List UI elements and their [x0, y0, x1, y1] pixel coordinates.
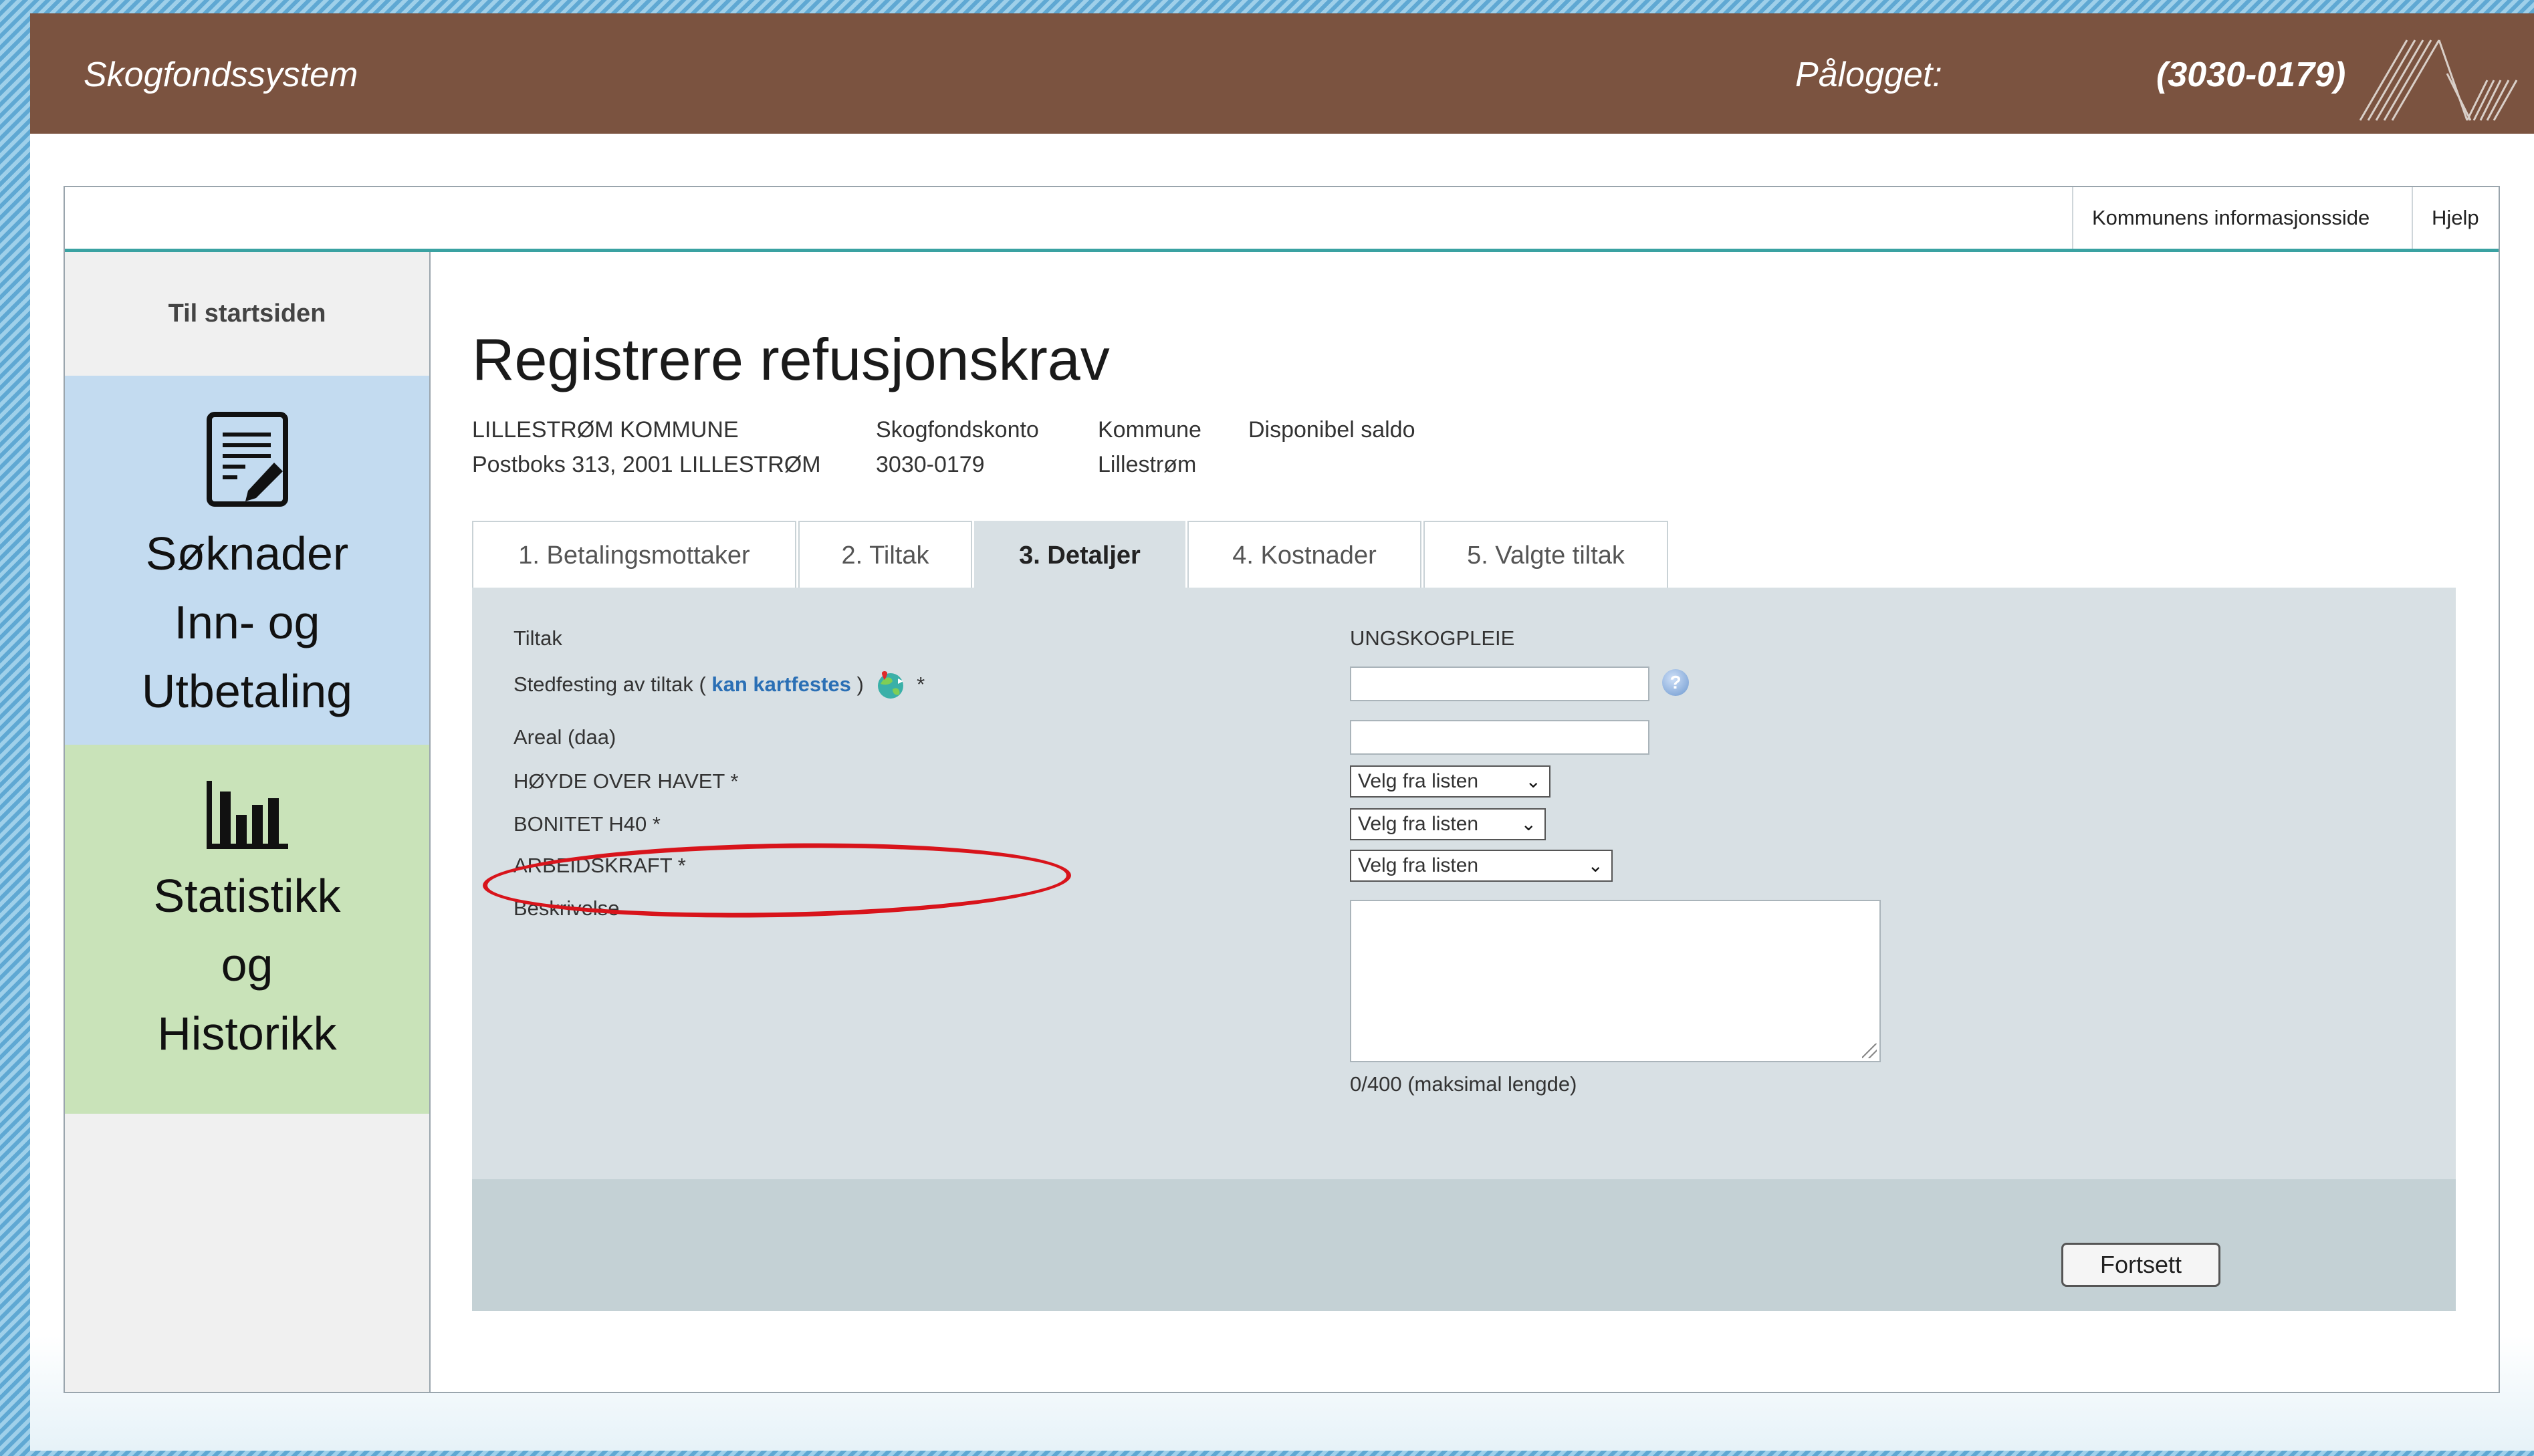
bonitet-label: BONITET H40 * [513, 812, 661, 836]
account-info: Skogfondskonto 3030-0179 [876, 412, 1039, 482]
continue-button[interactable]: Fortsett [2061, 1243, 2220, 1287]
landbruksdirektoratet-logo-icon [2359, 39, 2518, 121]
areal-input[interactable] [1350, 720, 1649, 755]
account-label: Skogfondskonto [876, 417, 1039, 443]
bonitet-selected-value: Velg fra listen [1358, 813, 1479, 835]
tile-label-line: Inn- og [174, 596, 320, 648]
content-frame: Kommunens informasjonsside Hjelp Til sta… [64, 186, 2500, 1393]
tile-label-line: Statistikk [153, 870, 341, 922]
arbeidskraft-selected-value: Velg fra listen [1358, 854, 1479, 876]
municipality-info-link[interactable]: Kommunens informasjonsside [2072, 187, 2412, 249]
tab-detaljer[interactable]: 3. Detaljer [974, 521, 1185, 588]
login-account: (3030-0179) [2156, 55, 2346, 94]
stedfesting-label-row: Stedfesting av tiltak ( kan kartfestes )… [513, 671, 925, 701]
tab-kostnader[interactable]: 4. Kostnader [1187, 521, 1421, 588]
sidebar: Til startsiden Søknader Inn- og Utbetali… [65, 252, 431, 1392]
balance-label: Disponibel saldo [1248, 417, 1415, 443]
payee-address: Postboks 313, 2001 LILLESTRØM [472, 452, 821, 477]
tile-label-line: Søknader [145, 527, 349, 580]
top-navigation: Kommunens informasjonsside Hjelp [65, 187, 2499, 252]
tile-label-line: Historikk [157, 1007, 337, 1060]
bar-chart-icon [206, 781, 288, 849]
tab-betalingsmottaker[interactable]: 1. Betalingsmottaker [472, 521, 796, 588]
municipality-info: Kommune Lillestrøm [1098, 412, 1201, 482]
municipality-value: Lillestrøm [1098, 452, 1197, 477]
app-window: Skogfondssystem Pålogget: (3030-0179) Ko… [30, 13, 2534, 1451]
tiltak-value: UNGSKOGPLEIE [1350, 626, 1515, 650]
arbeidskraft-select[interactable]: Velg fra listen ⌄ [1350, 850, 1613, 882]
sidebar-tile-applications[interactable]: Søknader Inn- og Utbetaling [65, 376, 429, 745]
sidebar-tile-statistics[interactable]: Statistikk og Historikk [65, 745, 429, 1114]
home-link[interactable]: Til startsiden [65, 252, 429, 376]
chevron-down-icon: ⌄ [1520, 814, 1536, 834]
tile-label-line: og [221, 939, 273, 991]
app-title: Skogfondssystem [84, 55, 358, 94]
tab-tiltak[interactable]: 2. Tiltak [798, 521, 972, 588]
form-footer: Fortsett [472, 1179, 2456, 1311]
beskrivelse-textarea[interactable] [1350, 900, 1881, 1062]
page-title: Registrere refusjonskrav [472, 326, 1110, 392]
hoyde-select[interactable]: Velg fra listen ⌄ [1350, 765, 1550, 798]
login-label: Pålogget: [1795, 55, 1942, 94]
open-paren: ( [699, 673, 706, 697]
bonitet-select[interactable]: Velg fra listen ⌄ [1350, 808, 1546, 840]
required-mark: * [917, 673, 925, 697]
tiltak-label: Tiltak [513, 626, 562, 650]
main-content: Registrere refusjonskrav LILLESTRØM KOMM… [429, 252, 2499, 1392]
tile-label-line: Utbetaling [141, 665, 353, 717]
tab-valgte-tiltak[interactable]: 5. Valgte tiltak [1423, 521, 1668, 588]
account-value: 3030-0179 [876, 452, 985, 477]
help-link[interactable]: Hjelp [2412, 187, 2499, 249]
balance-info: Disponibel saldo [1248, 412, 1415, 447]
character-counter: 0/400 (maksimal lengde) [1350, 1072, 1577, 1096]
stedfesting-input[interactable] [1350, 666, 1649, 701]
chevron-down-icon: ⌄ [1525, 771, 1541, 792]
municipality-label: Kommune [1098, 417, 1201, 443]
hoyde-label: HØYDE OVER HAVET * [513, 769, 739, 793]
hoyde-selected-value: Velg fra listen [1358, 770, 1479, 792]
stedfesting-label: Stedfesting av tiltak [513, 673, 693, 697]
top-bar: Skogfondssystem Pålogget: (3030-0179) [30, 13, 2534, 134]
close-paren: ) [856, 673, 864, 697]
payee-name: LILLESTRØM KOMMUNE [472, 417, 739, 443]
areal-label: Areal (daa) [513, 725, 616, 749]
chevron-down-icon: ⌄ [1587, 855, 1603, 876]
resize-grip-icon[interactable] [1862, 1044, 1877, 1058]
document-edit-icon [206, 412, 288, 507]
map-placement-link[interactable]: kan kartfestes [711, 673, 851, 696]
map-globe-icon[interactable] [875, 671, 906, 701]
help-icon[interactable]: ? [1662, 669, 1689, 696]
payee-info: LILLESTRØM KOMMUNE Postboks 313, 2001 LI… [472, 412, 821, 482]
